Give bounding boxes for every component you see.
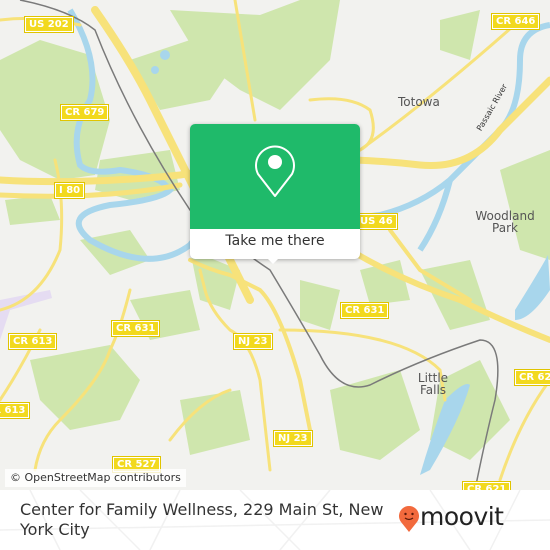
road-shield-cr613-north: CR 613 bbox=[7, 333, 58, 350]
place-label-little-falls: Little Falls bbox=[413, 372, 453, 396]
moovit-wordmark: moovit bbox=[420, 502, 504, 531]
road-shield-cr621: CR 621 bbox=[461, 481, 512, 490]
road-shield-i80: I 80 bbox=[53, 182, 86, 199]
woodland-park-text: Woodland Park bbox=[475, 209, 535, 235]
take-me-there-button[interactable]: Take me there bbox=[190, 230, 360, 252]
road-shield-cr631-west: CR 631 bbox=[110, 320, 161, 337]
moovit-logo[interactable]: moovit bbox=[398, 502, 538, 535]
place-label-totowa: Totowa bbox=[398, 95, 440, 109]
road-shield-cr62: CR 62 bbox=[513, 369, 550, 386]
moovit-face-pin-icon bbox=[399, 506, 419, 532]
road-shield-cr646: CR 646 bbox=[490, 13, 541, 30]
road-shield-nj23-south: NJ 23 bbox=[273, 430, 313, 447]
road-shield-cr679: CR 679 bbox=[59, 104, 110, 121]
road-shield-cr631-east: CR 631 bbox=[339, 302, 390, 319]
little-falls-text: Little Falls bbox=[417, 371, 449, 397]
popup-pointer bbox=[265, 256, 281, 264]
road-shield-nj23-north: NJ 23 bbox=[233, 333, 273, 350]
location-popup[interactable]: Take me there bbox=[190, 124, 360, 264]
place-label-woodland-park: Woodland Park bbox=[465, 210, 545, 234]
map-canvas[interactable]: US 202 CR 679 I 80 CR 646 US 46 CR 631 C… bbox=[0, 0, 550, 490]
road-shield-us46: US 46 bbox=[355, 213, 398, 230]
popup-header[interactable] bbox=[190, 124, 360, 229]
road-shield-us202: US 202 bbox=[24, 16, 74, 33]
road-shield-cr613-south: CR 613 bbox=[0, 402, 31, 419]
map-attribution[interactable]: © OpenStreetMap contributors bbox=[5, 469, 186, 487]
location-address: Center for Family Wellness, 229 Main St,… bbox=[20, 500, 384, 539]
map-pin-icon bbox=[255, 145, 295, 197]
footer-bar: Center for Family Wellness, 229 Main St,… bbox=[0, 490, 550, 550]
